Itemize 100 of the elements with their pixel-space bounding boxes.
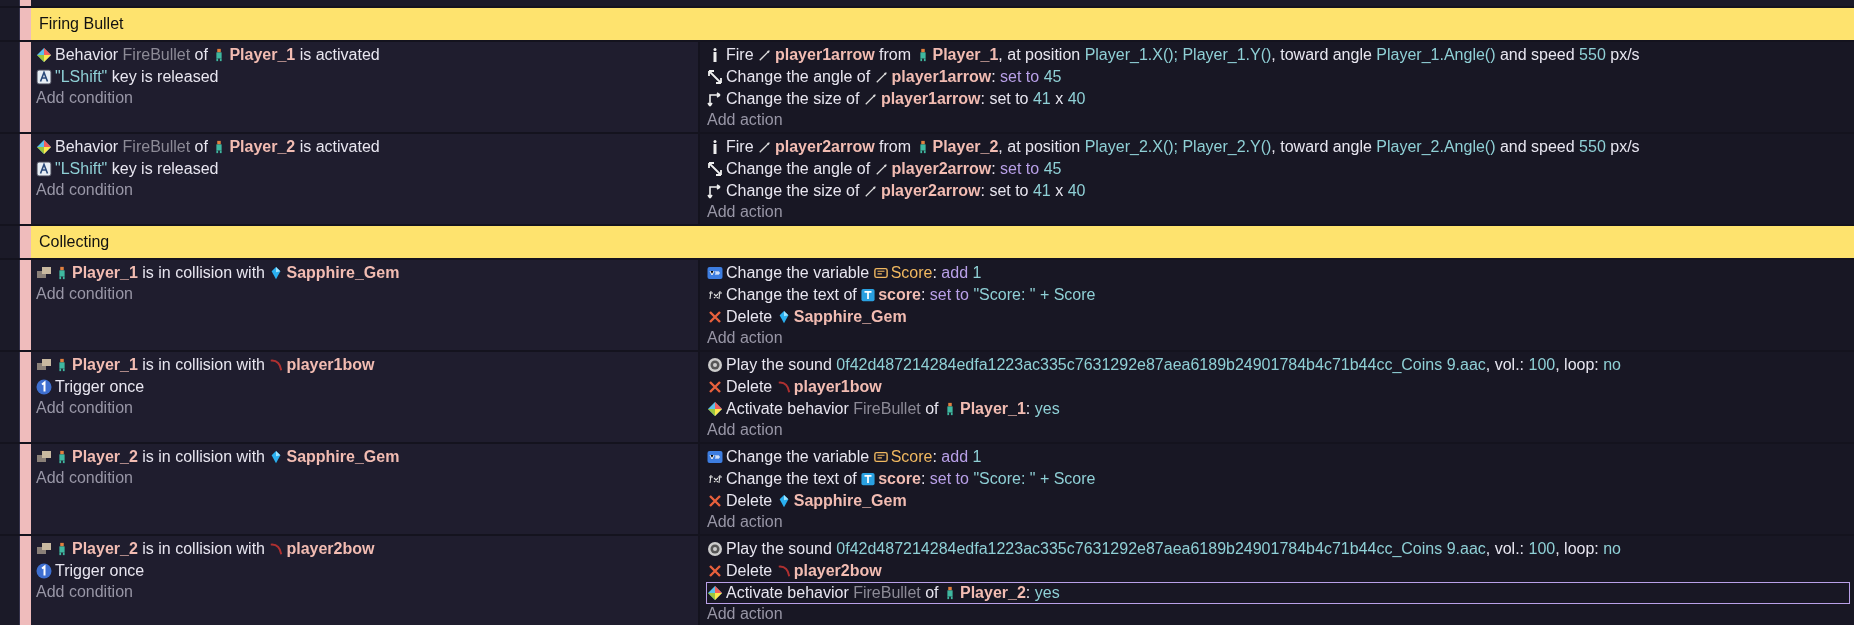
- action-line[interactable]: Change the angle of player1arrow: set to 45: [706, 66, 1850, 88]
- condition-line[interactable]: "LShift" key is released: [35, 158, 694, 180]
- add-action-link[interactable]: Add action: [706, 110, 1850, 130]
- event-handle[interactable]: [20, 42, 31, 132]
- group-title: Collecting: [39, 233, 110, 251]
- condition-line[interactable]: Behavior FireBullet of Player_1 is activated: [35, 44, 694, 66]
- action-text: Delete: [726, 378, 774, 396]
- action-text: Change the size of: [726, 182, 861, 200]
- condition-text: Trigger once: [55, 378, 145, 396]
- action-line[interactable]: Change the text of score: set to "Score: " + Score: [706, 284, 1850, 306]
- event-handle[interactable]: [20, 0, 31, 6]
- action-text: player2bow: [793, 562, 882, 580]
- action-text: Change the size of: [726, 90, 861, 108]
- event-handle[interactable]: [20, 226, 31, 258]
- action-text: player2arrow from: [775, 138, 913, 156]
- action-line[interactable]: Change the text of score: set to "Score: " + Score: [706, 468, 1850, 490]
- text-object-icon: [861, 288, 876, 302]
- action-text: Play the sound 0f42d487214284edfa1223ac335c7631292e87aea6189b24901784b4c71b44cc_Coins 9.aac, vol.: 100, loop: no: [726, 356, 1621, 374]
- bow-icon: [776, 380, 791, 394]
- condition-line[interactable]: "LShift" key is released: [35, 66, 694, 88]
- action-line[interactable]: Activate behavior FireBullet of Player_1: yes: [706, 398, 1850, 420]
- action-text: Change the text of: [726, 286, 858, 304]
- action-text: player1arrow: set to 45: [891, 68, 1062, 86]
- cross-icon: [707, 493, 723, 509]
- overlapping-boxes-icon: [36, 541, 52, 557]
- condition-line[interactable]: Player_2 is in collision with Sapphire_Gem: [35, 446, 694, 468]
- add-action-link[interactable]: Add action: [706, 202, 1850, 222]
- action-line[interactable]: Fire player2arrow from Player_2, at position Player_2.X(); Player_2.Y(), toward angle Player_2.Angle() and speed 550 px/s: [706, 136, 1850, 158]
- add-condition-link[interactable]: Add condition: [35, 398, 694, 418]
- action-text: player1arrow: set to 41 x 40: [880, 90, 1086, 108]
- group-title: Firing Bullet: [39, 15, 124, 33]
- action-text: Score: add 1: [890, 448, 982, 466]
- cross-icon: [707, 379, 723, 395]
- action-line[interactable]: Delete Sapphire_Gem: [706, 490, 1850, 512]
- condition-line[interactable]: Trigger once: [35, 560, 694, 582]
- add-condition-link[interactable]: Add condition: [35, 284, 694, 304]
- add-condition-link[interactable]: Add condition: [35, 468, 694, 488]
- diagonal-arrow-icon: [707, 69, 723, 85]
- add-action-link[interactable]: Add action: [706, 512, 1850, 532]
- action-text: Sapphire_Gem: [793, 308, 907, 326]
- action-line[interactable]: Change the size of player1arrow: set to 41 x 40: [706, 88, 1850, 110]
- action-text: Player_1: yes: [960, 400, 1060, 418]
- overlapping-boxes-icon: [36, 357, 52, 373]
- action-text: Delete: [726, 308, 774, 326]
- condition-line[interactable]: Player_2 is in collision with player2bow: [35, 538, 694, 560]
- action-text: Change the variable: [726, 448, 871, 466]
- event-handle[interactable]: [20, 352, 31, 442]
- condition-text: player1bow: [286, 356, 375, 374]
- action-text: Sapphire_Gem: [793, 492, 907, 510]
- add-action-link[interactable]: Add action: [706, 328, 1850, 348]
- action-text: Player_2: yes: [960, 584, 1060, 602]
- action-line[interactable]: Delete player1bow: [706, 376, 1850, 398]
- behavior-icon: [36, 139, 52, 155]
- condition-line[interactable]: Trigger once: [35, 376, 694, 398]
- action-line[interactable]: Fire player1arrow from Player_1, at position Player_1.X(); Player_1.Y(), toward angle Player_1.Angle() and speed 550 px/s: [706, 44, 1850, 66]
- condition-text: Player_2 is activated: [229, 138, 380, 156]
- speaker-icon: [707, 541, 723, 557]
- action-line[interactable]: Play the sound 0f42d487214284edfa1223ac335c7631292e87aea6189b24901784b4c71b44cc_Coins 9.aac, vol.: 100, loop: no: [706, 354, 1850, 376]
- event-handle[interactable]: [20, 444, 31, 534]
- action-line[interactable]: Change the variable Score: add 1: [706, 262, 1850, 284]
- action-text: Delete: [726, 562, 774, 580]
- action-line[interactable]: Delete Sapphire_Gem: [706, 306, 1850, 328]
- behavior-icon: [36, 47, 52, 63]
- group-header[interactable]: Firing Bullet: [31, 8, 1854, 40]
- behavior-icon: [707, 585, 723, 601]
- action-line[interactable]: Delete player2bow: [706, 560, 1850, 582]
- condition-text: "LShift" key is released: [55, 68, 219, 86]
- event-handle[interactable]: [20, 260, 31, 350]
- bow-icon: [776, 564, 791, 578]
- action-text: player2arrow: set to 41 x 40: [880, 182, 1086, 200]
- diagonal-arrow-icon: [707, 161, 723, 177]
- cross-icon: [707, 563, 723, 579]
- condition-text: Sapphire_Gem: [286, 448, 400, 466]
- action-line[interactable]: Change the size of player2arrow: set to 41 x 40: [706, 180, 1850, 202]
- variable-icon: [873, 266, 888, 280]
- action-text: Change the variable: [726, 264, 871, 282]
- arrow-sprite-icon: [874, 70, 889, 84]
- add-condition-link[interactable]: Add condition: [35, 88, 694, 108]
- action-line[interactable]: Change the angle of player2arrow: set to 45: [706, 158, 1850, 180]
- add-action-link[interactable]: Add action: [706, 420, 1850, 440]
- action-line[interactable]: Play the sound 0f42d487214284edfa1223ac335c7631292e87aea6189b24901784b4c71b44cc_Coins 9.aac, vol.: 100, loop: no: [706, 538, 1850, 560]
- text-object-icon: [861, 472, 876, 486]
- event-handle[interactable]: [20, 134, 31, 224]
- add-condition-link[interactable]: Add condition: [35, 582, 694, 602]
- add-condition-link[interactable]: Add condition: [35, 180, 694, 200]
- condition-line[interactable]: Player_1 is in collision with Sapphire_Gem: [35, 262, 694, 284]
- action-text: Activate behavior FireBullet of: [726, 584, 940, 602]
- condition-text: Player_1 is in collision with: [72, 264, 266, 282]
- arrow-sprite-icon: [758, 48, 772, 62]
- arrow-sprite-icon: [758, 140, 772, 154]
- condition-line[interactable]: Behavior FireBullet of Player_2 is activated: [35, 136, 694, 158]
- add-action-link[interactable]: Add action: [706, 604, 1850, 624]
- condition-line[interactable]: Player_1 is in collision with player1bow: [35, 354, 694, 376]
- event-handle[interactable]: [20, 8, 31, 40]
- group-header[interactable]: Collecting: [31, 226, 1854, 258]
- event-handle[interactable]: [20, 536, 31, 625]
- action-text: Change the angle of: [726, 160, 872, 178]
- action-line[interactable]: Change the variable Score: add 1: [706, 446, 1850, 468]
- condition-text: Player_1 is activated: [229, 46, 380, 64]
- bow-icon: [269, 358, 284, 372]
